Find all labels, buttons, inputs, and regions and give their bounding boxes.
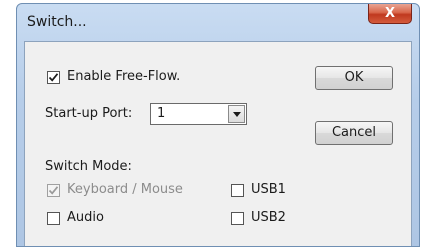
close-button[interactable]: X (368, 4, 412, 24)
audio-label[interactable]: Audio (67, 210, 104, 225)
startup-port-label: Start-up Port: (45, 106, 133, 121)
usb2-label[interactable]: USB2 (251, 210, 286, 225)
keyboard-mouse-label: Keyboard / Mouse (67, 182, 183, 197)
window-title: Switch... (27, 14, 87, 30)
enable-free-flow-label[interactable]: Enable Free-Flow. (67, 69, 180, 84)
usb2-checkbox[interactable] (231, 212, 244, 225)
dialog-client-area: Enable Free-Flow. Start-up Port: 1 OK Ca… (24, 41, 412, 246)
title-bar[interactable]: Switch... X (17, 4, 419, 40)
ok-button[interactable]: OK (315, 66, 393, 90)
switch-mode-label: Switch Mode: (45, 159, 132, 174)
checkmark-icon (48, 186, 59, 195)
startup-port-value: 1 (157, 106, 166, 121)
usb1-checkbox[interactable] (231, 184, 244, 197)
enable-free-flow-checkbox[interactable] (47, 71, 60, 84)
startup-port-dropdown[interactable]: 1 (150, 103, 247, 125)
usb1-label[interactable]: USB1 (251, 182, 286, 197)
checkmark-icon (48, 73, 59, 82)
cancel-button[interactable]: Cancel (315, 121, 393, 145)
keyboard-mouse-checkbox[interactable] (47, 184, 60, 197)
switch-dialog: Switch... X Enable Free-Flow. Start-up P… (16, 3, 420, 247)
audio-checkbox[interactable] (47, 212, 60, 225)
chevron-down-icon (233, 112, 241, 117)
dropdown-arrow-button[interactable] (228, 105, 245, 123)
